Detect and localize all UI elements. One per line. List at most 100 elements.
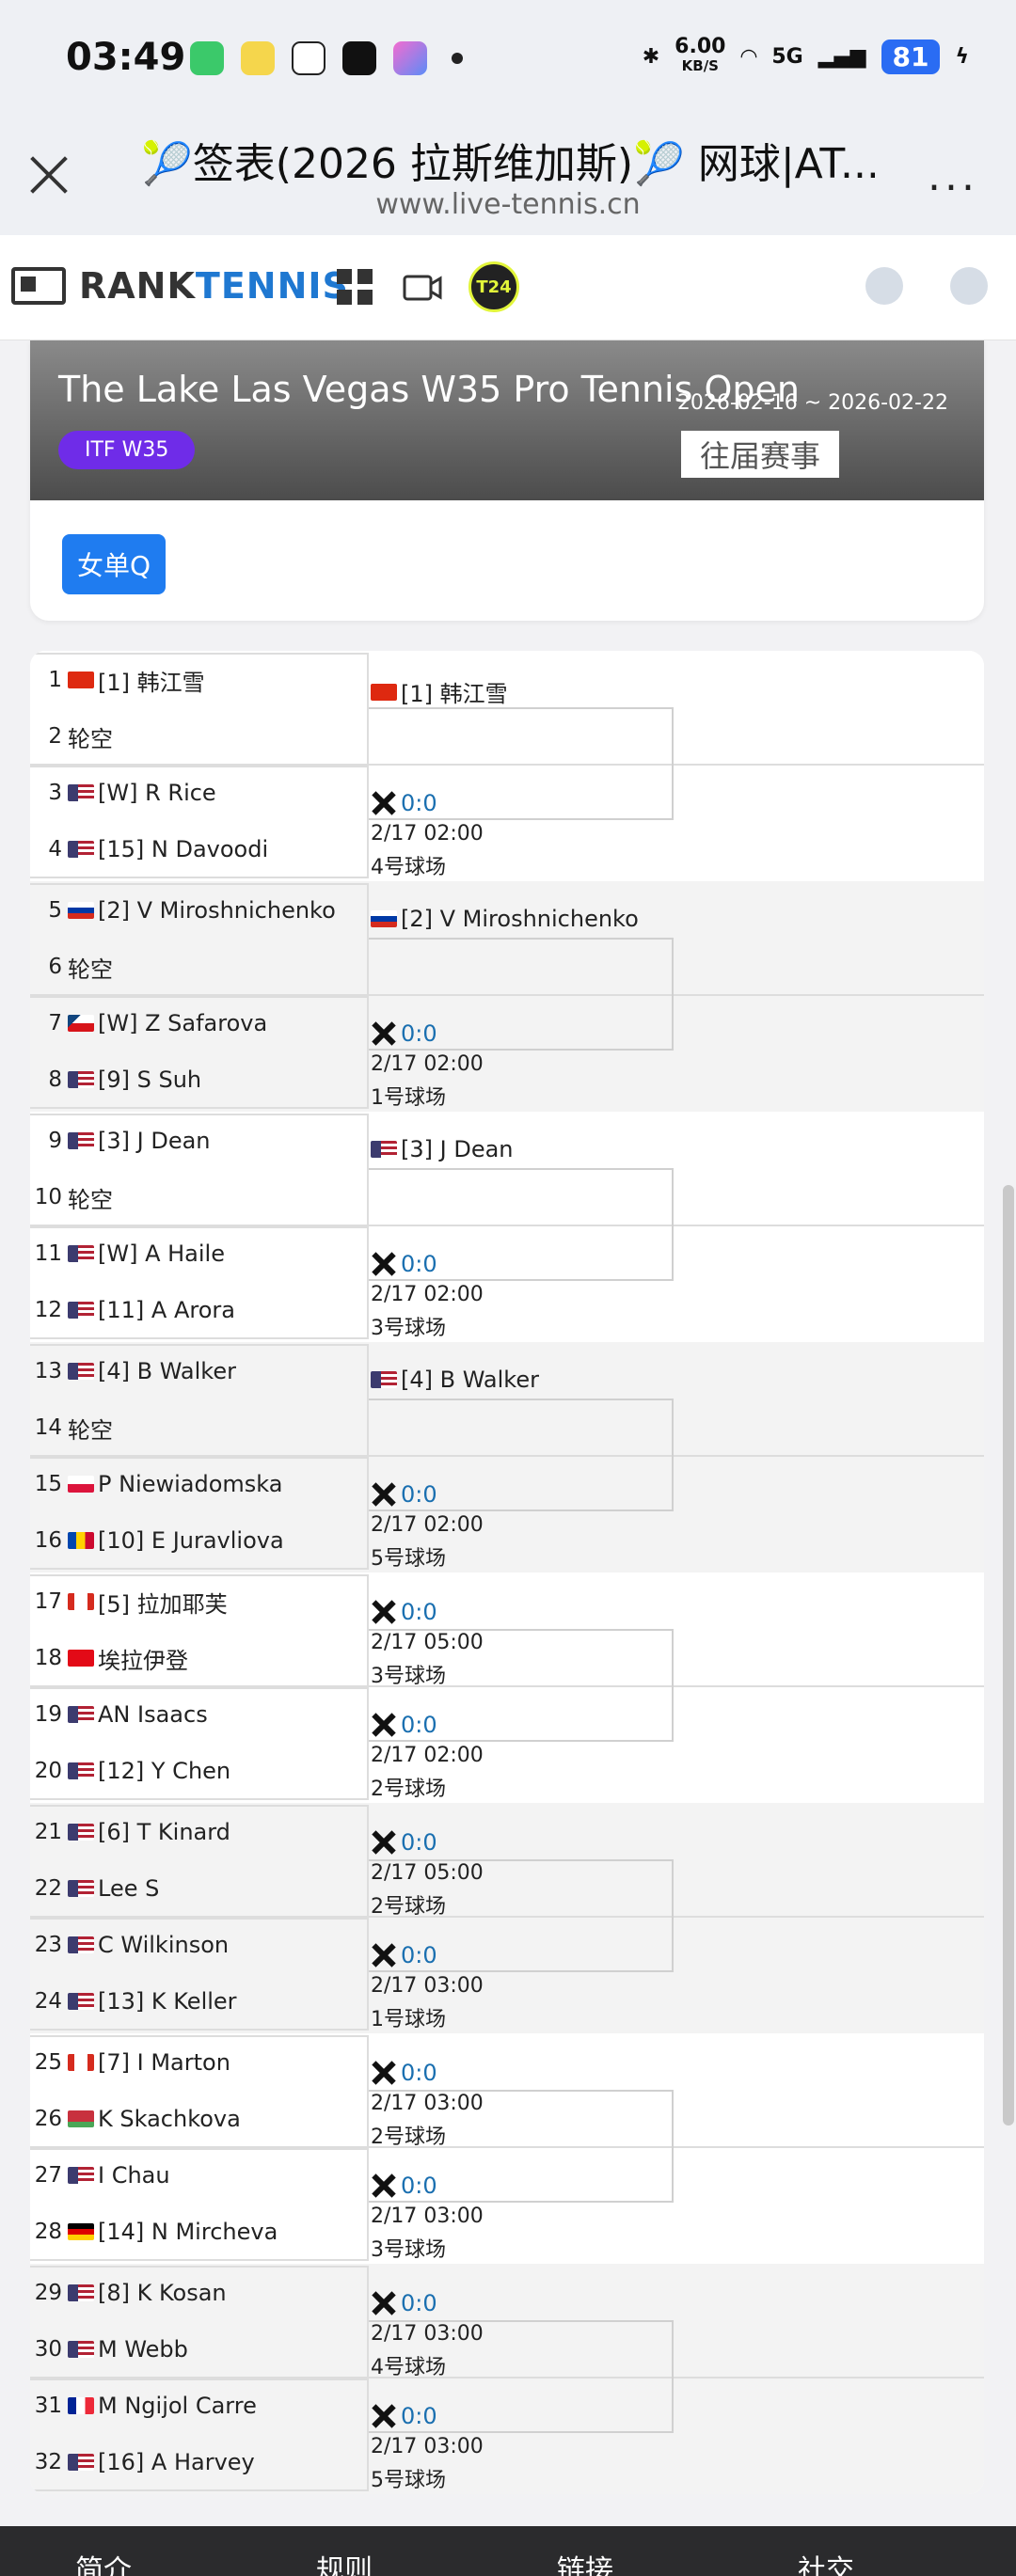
- match-score[interactable]: 0:0: [371, 1829, 437, 1856]
- more-menu-icon[interactable]: ...: [928, 156, 978, 198]
- match-score[interactable]: 0:0: [371, 1942, 437, 1968]
- match-score[interactable]: 0:0: [371, 2290, 437, 2316]
- player-row[interactable]: 11 [W] A Haile: [30, 1226, 369, 1281]
- player-row[interactable]: 15 P Niewiadomska: [30, 1457, 369, 1511]
- globe-icon[interactable]: [950, 267, 988, 305]
- player-row[interactable]: 20 [12] Y Chen: [30, 1744, 369, 1798]
- score-value: 0:0: [401, 1829, 437, 1856]
- status-time: 03:49: [66, 36, 186, 79]
- player-row[interactable]: 6 轮空: [30, 940, 369, 994]
- bottom-nav-links[interactable]: 链接: [557, 2547, 613, 2576]
- draw-position: 12: [34, 1298, 62, 1322]
- advancing-player[interactable]: [2] V Miroshnichenko: [371, 906, 639, 932]
- shirt-icon[interactable]: [865, 267, 903, 305]
- player-row[interactable]: 28 [14] N Mircheva: [30, 2205, 369, 2259]
- player-name: [5] 拉加耶芙: [98, 1590, 228, 1618]
- match-score[interactable]: 0:0: [371, 790, 437, 816]
- past-events-button[interactable]: 往届赛事: [681, 431, 840, 478]
- bottom-nav-social[interactable]: 社交: [798, 2547, 854, 2576]
- t24-icon[interactable]: T24: [468, 261, 519, 312]
- player-row[interactable]: 14 轮空: [30, 1400, 369, 1455]
- player-row[interactable]: 22 Lee S: [30, 1861, 369, 1916]
- vs-icon: [371, 2061, 395, 2085]
- match-score[interactable]: 0:0: [371, 1599, 437, 1625]
- battery-app-icon: [190, 41, 224, 75]
- match-time: 2/17 02:00: [371, 822, 484, 845]
- vs-icon: [371, 2404, 395, 2428]
- player-row[interactable]: 16 [10] E Juravliova: [30, 1513, 369, 1568]
- advancing-player[interactable]: [3] J Dean: [371, 1136, 514, 1162]
- player-row[interactable]: 9 [3] J Dean: [30, 1114, 369, 1168]
- advancing-player-name: [2] V Miroshnichenko: [401, 906, 639, 932]
- player-row[interactable]: 29 [8] K Kosan: [30, 2266, 369, 2320]
- player-name: [W] R Rice: [98, 780, 216, 806]
- vs-icon: [371, 1600, 395, 1624]
- player-name: [15] N Davoodi: [98, 836, 269, 862]
- match-court: 1号球场: [371, 1086, 446, 1110]
- match-time: 2/17 02:00: [371, 1052, 484, 1076]
- page-url: www.live-tennis.cn: [375, 188, 641, 221]
- player-row[interactable]: 26 K Skachkova: [30, 2092, 369, 2146]
- player-row[interactable]: 5 [2] V Miroshnichenko: [30, 883, 369, 938]
- player-row[interactable]: 21 [6] T Kinard: [30, 1805, 369, 1859]
- match-score[interactable]: 0:0: [371, 2403, 437, 2429]
- score-value: 0:0: [401, 2173, 437, 2199]
- bottom-nav-intro[interactable]: 简介: [75, 2547, 132, 2576]
- player-row[interactable]: 30 M Webb: [30, 2322, 369, 2377]
- player-row[interactable]: 13 [4] B Walker: [30, 1344, 369, 1399]
- bottom-nav-rules[interactable]: 规则: [316, 2547, 373, 2576]
- player-row[interactable]: 25 [7] I Marton: [30, 2035, 369, 2090]
- player-row[interactable]: 27 I Chau: [30, 2148, 369, 2203]
- flag-us-icon: [68, 2167, 94, 2184]
- player-row[interactable]: 18 埃拉伊登: [30, 1631, 369, 1685]
- signal-bars-icon: ▂▄▆: [818, 44, 866, 69]
- site-logo[interactable]: RANKTENNIS: [11, 265, 349, 307]
- grid-icon[interactable]: [333, 265, 376, 308]
- player-row[interactable]: 23 C Wilkinson: [30, 1918, 369, 1972]
- player-row[interactable]: 17 [5] 拉加耶芙: [30, 1574, 369, 1629]
- player-row[interactable]: 2 轮空: [30, 709, 369, 764]
- score-value: 0:0: [401, 790, 437, 816]
- player-row[interactable]: 3 [W] R Rice: [30, 766, 369, 820]
- draw-type-button[interactable]: 女单Q: [62, 534, 167, 594]
- match-score[interactable]: 0:0: [371, 1712, 437, 1738]
- match-time: 2/17 02:00: [371, 1283, 484, 1306]
- match-score[interactable]: 0:0: [371, 2173, 437, 2199]
- flag-ru-icon: [68, 902, 94, 919]
- match-score[interactable]: 0:0: [371, 1481, 437, 1508]
- player-name: [1] 韩江雪: [98, 669, 205, 696]
- scrollbar[interactable]: [1003, 1185, 1014, 2126]
- flag-by-icon: [68, 2110, 94, 2127]
- bluetooth-icon: ✱: [642, 44, 660, 69]
- player-row[interactable]: 7 [W] Z Safarova: [30, 996, 369, 1051]
- player-row[interactable]: 12 [11] A Arora: [30, 1283, 369, 1337]
- score-value: 0:0: [401, 1481, 437, 1508]
- player-row[interactable]: 4 [15] N Davoodi: [30, 822, 369, 877]
- flag-cn-icon: [68, 672, 94, 688]
- flag-de-icon: [68, 2223, 94, 2240]
- player-row[interactable]: 32 [16] A Harvey: [30, 2435, 369, 2489]
- player-name: [W] Z Safarova: [98, 1010, 268, 1036]
- match-time: 2/17 02:00: [371, 1513, 484, 1537]
- player-row[interactable]: 31 M Ngijol Carre: [30, 2378, 369, 2433]
- flag-us-icon: [68, 1245, 94, 1262]
- player-name: [W] A Haile: [98, 1241, 225, 1267]
- match-time: 2/17 03:00: [371, 2322, 484, 2346]
- flag-us-icon: [68, 1824, 94, 1841]
- player-name: 埃拉伊登: [98, 1647, 188, 1674]
- advancing-player[interactable]: [1] 韩江雪: [371, 675, 508, 708]
- player-row[interactable]: 10 轮空: [30, 1170, 369, 1225]
- player-row[interactable]: 24 [13] K Keller: [30, 1974, 369, 2029]
- close-icon[interactable]: [28, 154, 70, 196]
- vs-icon: [371, 1482, 395, 1507]
- advancing-player[interactable]: [4] B Walker: [371, 1367, 539, 1393]
- match-score[interactable]: 0:0: [371, 1251, 437, 1277]
- match-court: 3号球场: [371, 1317, 446, 1340]
- player-row[interactable]: 19 AN Isaacs: [30, 1687, 369, 1742]
- video-icon[interactable]: [401, 265, 444, 308]
- player-row[interactable]: 1 [1] 韩江雪: [30, 653, 369, 707]
- match-score[interactable]: 0:0: [371, 2060, 437, 2086]
- match-score[interactable]: 0:0: [371, 1020, 437, 1047]
- player-row[interactable]: 8 [9] S Suh: [30, 1052, 369, 1107]
- match-court: 4号球场: [371, 2356, 446, 2379]
